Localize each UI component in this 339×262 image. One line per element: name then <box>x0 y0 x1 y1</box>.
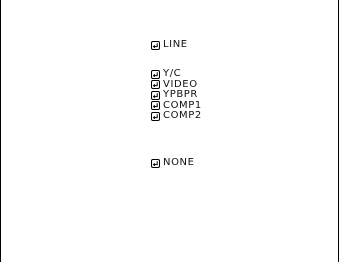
menu-item-label: Y/C <box>163 68 182 79</box>
enter-return-icon <box>151 111 160 121</box>
enter-return-icon <box>151 158 160 168</box>
input-select-screen: LINE Y/C VIDEO YPBPR COMP1 COMP2 NONE <box>0 0 339 262</box>
enter-return-icon <box>151 101 160 111</box>
menu-item-yc[interactable]: Y/C <box>151 68 202 80</box>
enter-return-icon <box>151 69 160 79</box>
enter-return-icon <box>151 40 160 50</box>
menu-item-label: YPBPR <box>163 89 198 100</box>
enter-return-icon <box>151 90 160 100</box>
menu-item-comp2[interactable]: COMP2 <box>151 110 202 122</box>
menu-item-line[interactable]: LINE <box>151 39 188 51</box>
menu-item-none[interactable]: NONE <box>151 157 195 169</box>
menu-item-ypbpr[interactable]: YPBPR <box>151 89 202 101</box>
menu-item-label: NONE <box>163 157 195 168</box>
menu-item-label: LINE <box>163 39 188 50</box>
menu-group-none: NONE <box>151 157 195 169</box>
menu-group-inputs: Y/C VIDEO YPBPR COMP1 COMP2 <box>151 68 202 122</box>
enter-return-icon <box>151 80 160 90</box>
menu-item-label: COMP2 <box>163 110 202 121</box>
menu-group-line: LINE <box>151 39 188 51</box>
